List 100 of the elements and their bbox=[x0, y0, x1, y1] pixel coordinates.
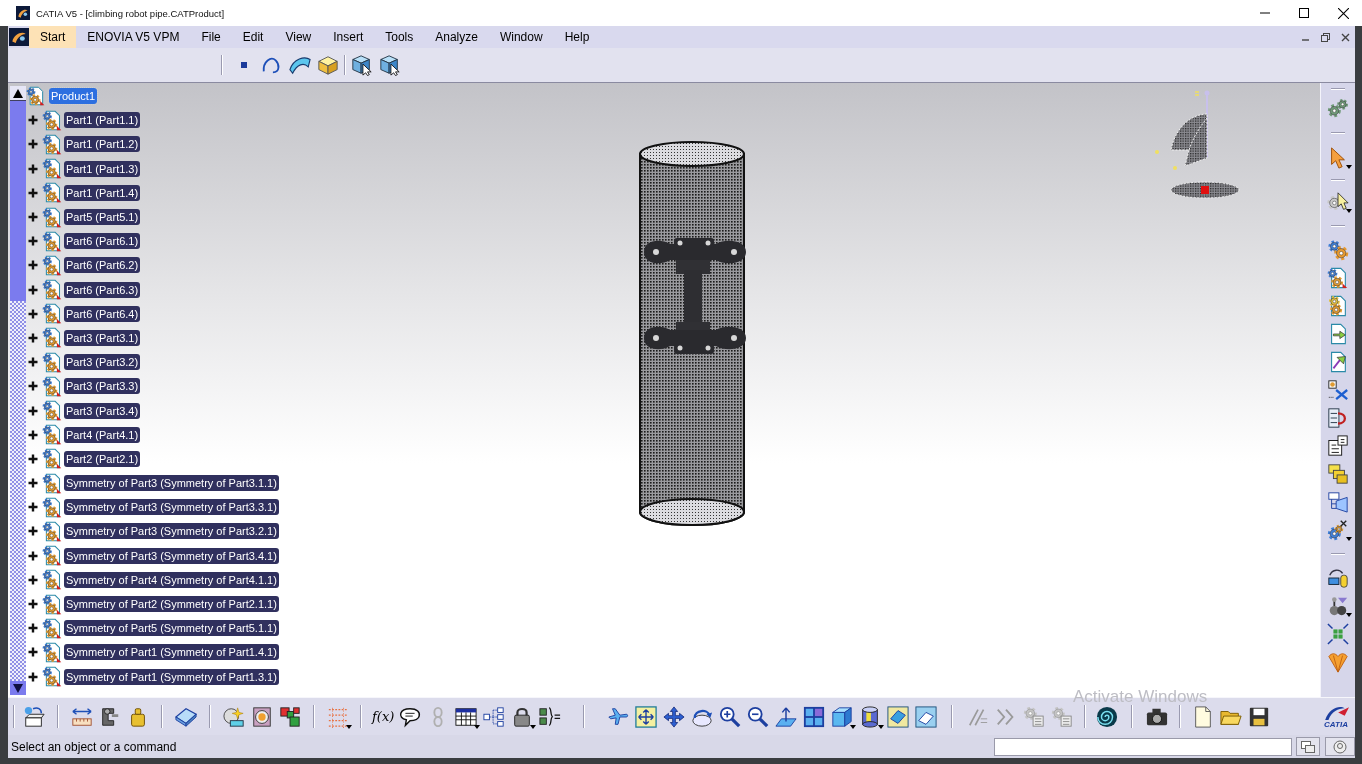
normal-view-icon[interactable] bbox=[775, 705, 798, 728]
brace-equals-icon[interactable] bbox=[539, 705, 562, 728]
tree-item[interactable]: Part3 (Part3.3) bbox=[64, 378, 141, 395]
expand-icon[interactable] bbox=[28, 308, 38, 319]
status-option-button[interactable] bbox=[1325, 737, 1355, 756]
airplane-icon[interactable] bbox=[607, 705, 630, 728]
caret-icon[interactable] bbox=[1346, 613, 1352, 617]
squares-cross-icon[interactable] bbox=[1327, 379, 1349, 401]
expand-icon[interactable] bbox=[28, 260, 38, 271]
tree-item[interactable]: Part1 (Part1.1) bbox=[64, 112, 141, 129]
clamp-icon[interactable] bbox=[99, 705, 121, 728]
expand-icon[interactable] bbox=[28, 647, 38, 658]
caret-icon[interactable] bbox=[1346, 209, 1352, 213]
app-icon[interactable] bbox=[16, 6, 30, 20]
caret-icon[interactable] bbox=[1346, 537, 1352, 541]
cube-cursor-icon[interactable] bbox=[351, 54, 373, 76]
swap-space-icon[interactable] bbox=[915, 705, 938, 728]
expand-icon[interactable] bbox=[28, 429, 38, 440]
close-icon[interactable] bbox=[1338, 7, 1349, 19]
command-input-field[interactable] bbox=[994, 737, 1292, 756]
list-arrow-icon[interactable] bbox=[1327, 407, 1349, 429]
caret-icon[interactable] bbox=[1346, 165, 1352, 169]
tree-item[interactable]: Part1 (Part1.4) bbox=[64, 184, 141, 201]
surface-icon[interactable] bbox=[289, 54, 311, 76]
tree-item[interactable]: Symmetry of Part1 (Symmetry of Part1.3.1) bbox=[64, 668, 279, 685]
app-icon[interactable] bbox=[9, 28, 29, 46]
text-frame-icon[interactable] bbox=[1327, 435, 1349, 457]
gears-icon[interactable] bbox=[1327, 239, 1349, 261]
tree-item[interactable]: Symmetry of Part3 (Symmetry of Part3.1.1) bbox=[64, 475, 279, 492]
caret-icon[interactable] bbox=[530, 724, 537, 729]
gears-icon[interactable] bbox=[1327, 97, 1349, 119]
tree-item[interactable]: Symmetry of Part3 (Symmetry of Part3.4.1) bbox=[64, 547, 279, 564]
expand-icon[interactable] bbox=[28, 163, 38, 174]
dotted-grid-icon[interactable] bbox=[327, 705, 349, 728]
expand-icon[interactable] bbox=[28, 284, 38, 295]
expand-icon[interactable] bbox=[28, 357, 38, 368]
cube-cursor-icon[interactable] bbox=[379, 54, 401, 76]
expand-icon[interactable] bbox=[28, 599, 38, 610]
expand-icon[interactable] bbox=[28, 526, 38, 537]
stacked-boxes-icon[interactable] bbox=[1327, 463, 1349, 485]
multi-view-icon[interactable] bbox=[803, 705, 826, 728]
expand-icon[interactable] bbox=[28, 332, 38, 343]
cube-icon[interactable] bbox=[317, 54, 339, 76]
explode-arrows-icon[interactable] bbox=[1327, 623, 1349, 645]
tree-item[interactable]: Part4 (Part4.1) bbox=[64, 426, 141, 443]
scrollbar-thumb[interactable] bbox=[10, 101, 26, 301]
pan-icon[interactable] bbox=[663, 705, 686, 728]
menu-item[interactable]: ENOVIA V5 VPM bbox=[76, 26, 191, 48]
tree-item[interactable]: Part3 (Part3.4) bbox=[64, 402, 141, 419]
save-icon[interactable] bbox=[1248, 705, 1271, 728]
fit-all-icon[interactable] bbox=[635, 705, 658, 728]
document-gear-icon[interactable] bbox=[1327, 267, 1349, 289]
gear-cross-icon[interactable] bbox=[1327, 519, 1349, 541]
expand-icon[interactable] bbox=[28, 550, 38, 561]
gear-cursor-icon[interactable] bbox=[1327, 191, 1349, 213]
expand-icon[interactable] bbox=[28, 405, 38, 416]
menu-item[interactable]: Start bbox=[29, 26, 77, 48]
tree-item[interactable]: Part3 (Part3.1) bbox=[64, 329, 141, 346]
colored-cubes-icon[interactable] bbox=[279, 705, 301, 728]
tree-item[interactable]: Part5 (Part5.1) bbox=[64, 209, 141, 226]
tree-item[interactable]: Part2 (Part2.1) bbox=[64, 450, 141, 467]
tree-item[interactable]: Symmetry of Part5 (Symmetry of Part5.1.1) bbox=[64, 620, 279, 637]
caret-icon[interactable] bbox=[346, 724, 352, 729]
caret-icon[interactable] bbox=[878, 724, 885, 729]
expand-icon[interactable] bbox=[28, 212, 38, 223]
caret-icon[interactable] bbox=[474, 724, 481, 729]
speech-bubble-icon[interactable] bbox=[399, 705, 422, 728]
expand-icon[interactable] bbox=[28, 453, 38, 464]
menu-item[interactable]: File bbox=[190, 26, 232, 48]
menu-item[interactable]: Insert bbox=[322, 26, 375, 48]
tree-item[interactable]: Symmetry of Part2 (Symmetry of Part2.1.1) bbox=[64, 596, 279, 613]
tree-item[interactable]: Symmetry of Part3 (Symmetry of Part3.3.1) bbox=[64, 499, 279, 516]
hide-show-icon[interactable] bbox=[887, 705, 910, 728]
expand-icon[interactable] bbox=[28, 381, 38, 392]
table-icon[interactable] bbox=[455, 705, 478, 728]
cube-icon[interactable] bbox=[831, 705, 854, 728]
stacked-windows-icon[interactable] bbox=[1301, 740, 1315, 753]
expand-icon[interactable] bbox=[28, 187, 38, 198]
tree-item[interactable]: Part6 (Part6.2) bbox=[64, 257, 141, 274]
menu-item[interactable]: Help bbox=[553, 26, 601, 48]
tree-item[interactable]: Symmetry of Part3 (Symmetry of Part3.2.1) bbox=[64, 523, 279, 540]
tree-item[interactable]: Part3 (Part3.2) bbox=[64, 354, 141, 371]
restore-icon[interactable] bbox=[1321, 32, 1330, 42]
zoom-in-icon[interactable] bbox=[719, 705, 742, 728]
tree-item[interactable]: Part6 (Part6.4) bbox=[64, 305, 141, 322]
menu-item[interactable]: Analyze bbox=[424, 26, 489, 48]
sparkle-sphere-icon[interactable] bbox=[223, 705, 245, 728]
tree-item[interactable]: Symmetry of Part4 (Symmetry of Part4.1.1) bbox=[64, 571, 279, 588]
spiral-icon[interactable] bbox=[1096, 705, 1119, 728]
expand-icon[interactable] bbox=[28, 623, 38, 634]
tree-item[interactable]: Product1 bbox=[49, 88, 98, 105]
lens-icon[interactable] bbox=[251, 705, 273, 728]
document-gear-icon[interactable] bbox=[1327, 295, 1349, 317]
ball-joint-icon[interactable] bbox=[1327, 595, 1349, 617]
tree-diagram-icon[interactable] bbox=[483, 705, 506, 728]
expand-icon[interactable] bbox=[28, 671, 38, 682]
formula-button[interactable]: f(x) bbox=[372, 709, 395, 724]
menu-item[interactable]: Window bbox=[488, 26, 554, 48]
zoom-out-icon[interactable] bbox=[747, 705, 770, 728]
linked-parts-icon[interactable] bbox=[1327, 567, 1349, 589]
